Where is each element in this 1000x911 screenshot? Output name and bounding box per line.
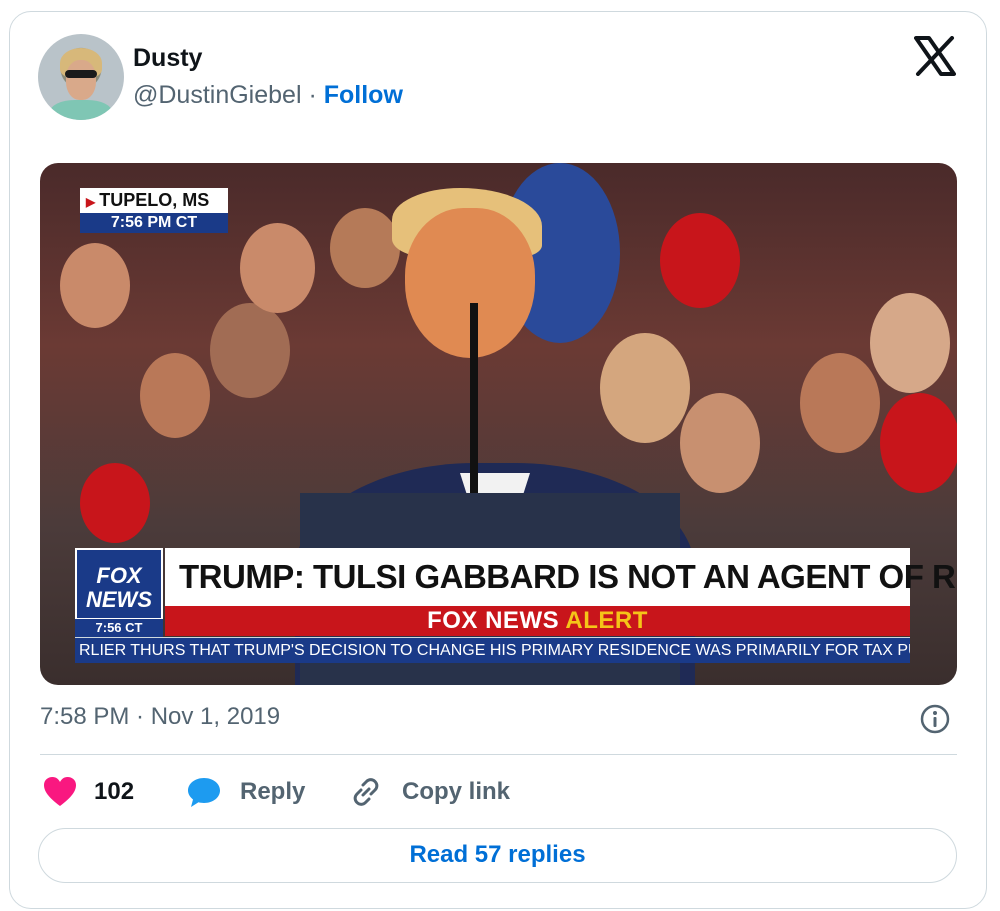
location-text: TUPELO, MS bbox=[99, 190, 210, 210]
link-icon bbox=[353, 778, 379, 806]
copy-link-button[interactable]: Copy link bbox=[348, 775, 510, 809]
alert-network: FOX NEWS bbox=[427, 607, 560, 634]
news-lower-third: FOX NEWS 7:56 CT TRUMP: TULSI GABBARD IS… bbox=[75, 548, 957, 664]
heart-icon bbox=[44, 777, 76, 806]
reply-label: Reply bbox=[240, 778, 306, 805]
info-icon[interactable] bbox=[920, 704, 950, 734]
separator-dot: · bbox=[308, 81, 317, 109]
author-name[interactable]: Dusty bbox=[133, 44, 202, 73]
alert-word: ALERT bbox=[565, 607, 648, 634]
follow-button[interactable]: Follow bbox=[324, 81, 403, 109]
author-handle-row: @DustinGiebel · Follow bbox=[133, 81, 403, 110]
fox-logo-line1: FOX bbox=[96, 563, 142, 588]
x-logo-icon[interactable] bbox=[914, 36, 956, 76]
play-triangle-icon: ▶ bbox=[86, 195, 96, 209]
local-time: 7:56 PM CT bbox=[80, 213, 228, 233]
like-button[interactable]: 102 bbox=[42, 775, 134, 809]
author-handle[interactable]: @DustinGiebel bbox=[133, 81, 302, 109]
fox-logo-line2: NEWS bbox=[86, 587, 152, 612]
news-ticker: RLIER THURS THAT TRUMP'S DECISION TO CHA… bbox=[75, 637, 910, 663]
tweet-timestamp[interactable]: 7:58 PM · Nov 1, 2019 bbox=[40, 703, 280, 731]
reply-button[interactable]: Reply bbox=[186, 775, 305, 809]
news-alert-banner: FOX NEWS ALERT bbox=[165, 606, 910, 636]
avatar[interactable] bbox=[38, 34, 124, 120]
read-replies-button[interactable]: Read 57 replies bbox=[38, 828, 957, 883]
location-bug: ▶ TUPELO, MS 7:56 PM CT bbox=[80, 188, 228, 233]
news-headline: TRUMP: TULSI GABBARD IS NOT AN AGENT OF … bbox=[165, 548, 957, 606]
network-time: 7:56 CT bbox=[75, 618, 163, 637]
copy-link-label: Copy link bbox=[402, 778, 511, 805]
tweet-video[interactable]: ▶ TUPELO, MS 7:56 PM CT FOX NEWS 7:56 CT … bbox=[40, 163, 957, 685]
divider bbox=[40, 754, 957, 755]
like-count: 102 bbox=[94, 778, 135, 805]
speech-bubble-icon bbox=[188, 778, 220, 807]
